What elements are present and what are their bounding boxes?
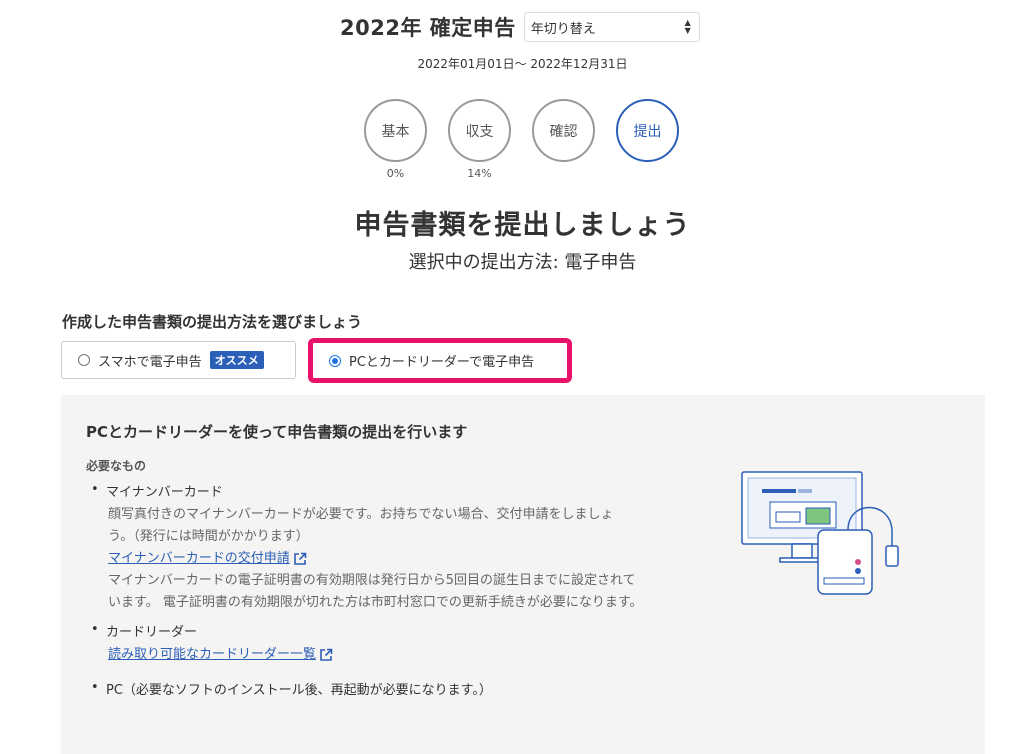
radio-pc-card-reader[interactable]	[329, 354, 341, 367]
list-item: PC（必要なソフトのインストール後、再起動が必要になります。）	[91, 680, 691, 702]
selected-method: 選択中の提出方法: 電子申告	[408, 252, 637, 273]
item-name: カードリーダー	[106, 625, 198, 640]
requirements-list: マイナンバーカード 顔写真付きのマイナンバーカードが必要です。お持ちでない場合、…	[91, 482, 691, 702]
page-title: 申告書類を提出しましょう	[354, 210, 691, 241]
option-smartphone[interactable]: スマホで電子申告 オススメ	[61, 341, 296, 379]
year-title: 2022年 確定申告	[340, 16, 516, 40]
header-row: 2022年 確定申告 年切り替え ▲ ▼	[340, 12, 700, 42]
period-range: 2022年01月01日～ 2022年12月31日	[417, 57, 628, 71]
year-switch-label: 年切り替え	[530, 21, 596, 37]
select-arrows-icon: ▲ ▼	[684, 18, 691, 35]
step-basic[interactable]: 基本 0%	[364, 99, 427, 181]
spacer	[91, 666, 691, 680]
step-circle: 基本	[364, 99, 427, 162]
external-link-icon	[320, 648, 333, 661]
step-circle: 確認	[532, 99, 595, 162]
pc-card-reader-illustration	[741, 471, 899, 595]
list-item: マイナンバーカード 顔写真付きのマイナンバーカードが必要です。お持ちでない場合、…	[91, 482, 691, 614]
step-confirm[interactable]: 確認	[532, 99, 595, 181]
needs-label: 必要なもの	[86, 459, 147, 473]
step-percent: 0%	[386, 167, 405, 180]
radio-smartphone[interactable]	[78, 354, 90, 366]
item-name: マイナンバーカード	[106, 485, 223, 500]
panel-title: PCとカードリーダーを使って申告書類の提出を行います	[86, 423, 468, 441]
item-desc: う。（発行には時間がかかります）	[108, 529, 309, 544]
item-desc: 顔写真付きのマイナンバーカードが必要です。お持ちでない場合、交付申請をしましょ	[108, 507, 614, 522]
option-label: スマホで電子申告	[98, 354, 202, 370]
external-link-icon	[293, 552, 307, 565]
link-label: 読み取り可能なカードリーダー一覧	[108, 647, 317, 662]
item-desc: います。 電子証明書の有効期限が切れた方は市町村窓口での更新手続きが必要になりま…	[108, 595, 643, 610]
option-pc-card-reader[interactable]: PCとカードリーダーで電子申告	[308, 338, 572, 383]
step-indicator: 基本 0% 収支 14% 確認 提出	[364, 99, 679, 181]
option-label: PCとカードリーダーで電子申告	[349, 355, 535, 370]
year-switch-select[interactable]: 年切り替え ▲ ▼	[523, 12, 700, 42]
step-circle-active: 提出	[616, 99, 679, 162]
item-name: PC（必要なソフトのインストール後、再起動が必要になります。）	[106, 683, 492, 698]
step-income[interactable]: 収支 14%	[448, 99, 511, 181]
card-reader-list-link[interactable]: 読み取り可能なカードリーダー一覧	[106, 644, 691, 666]
item-desc: マイナンバーカードの電子証明書の有効期限は発行日から5回目の誕生日までに設定され…	[108, 573, 636, 588]
link-label: マイナンバーカードの交付申請	[108, 551, 290, 566]
mynumber-apply-link[interactable]: マイナンバーカードの交付申請	[106, 548, 691, 570]
step-circle: 収支	[448, 99, 511, 162]
list-item: カードリーダー 読み取り可能なカードリーダー一覧	[91, 622, 691, 666]
step-percent: 14%	[467, 167, 492, 180]
spacer	[91, 614, 691, 622]
recommend-badge: オススメ	[209, 351, 264, 369]
step-submit[interactable]: 提出	[616, 99, 679, 181]
section-label: 作成した申告書類の提出方法を選びましょう	[62, 313, 363, 331]
